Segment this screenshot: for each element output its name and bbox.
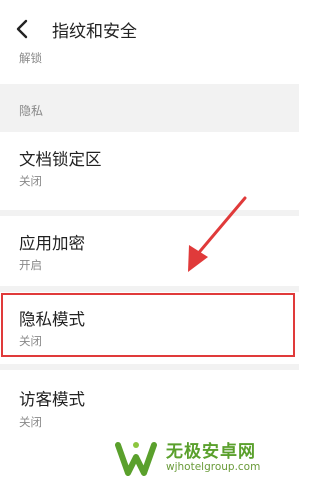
watermark: 无极安卓网 wjhotelgroup.com bbox=[114, 433, 299, 481]
watermark-url: wjhotelgroup.com bbox=[166, 461, 261, 473]
annotation-arrow-icon bbox=[188, 196, 247, 272]
watermark-name: 无极安卓网 bbox=[166, 442, 256, 462]
w-logo-icon bbox=[115, 442, 157, 476]
